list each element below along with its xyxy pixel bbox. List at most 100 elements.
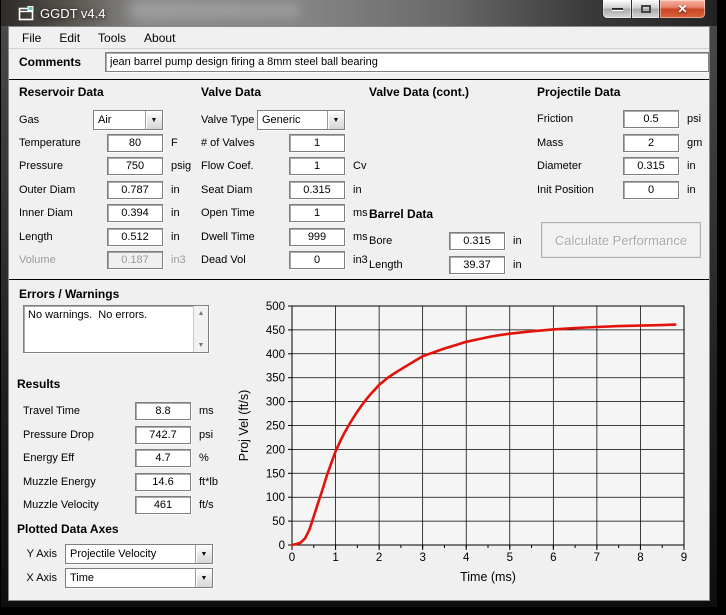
chevron-down-icon[interactable]: ▼ (327, 111, 344, 129)
volume-label: Volume (19, 254, 107, 266)
bore-field[interactable] (449, 232, 505, 250)
maximize-button[interactable] (632, 0, 660, 19)
init-position-row: Init Position in (537, 181, 710, 199)
svg-text:200: 200 (266, 444, 285, 456)
errors-scrollbar[interactable]: ▲ ▼ (193, 306, 208, 352)
chevron-down-icon[interactable]: ▼ (195, 569, 212, 587)
svg-text:0: 0 (289, 552, 295, 564)
dead-vol-field[interactable] (289, 251, 345, 269)
temperature-label: Temperature (19, 137, 107, 149)
temperature-field[interactable] (107, 134, 163, 152)
window-title: GGDT v4.4 (40, 6, 106, 21)
minimize-icon (612, 8, 623, 11)
energy-eff-row: Energy Eff % (17, 449, 229, 467)
dwell-time-field[interactable] (289, 228, 345, 246)
seat-diam-field[interactable] (289, 181, 345, 199)
x-axis-dropdown[interactable]: Time ▼ (65, 568, 213, 588)
pressure-drop-label: Pressure Drop (23, 429, 135, 441)
friction-label: Friction (537, 113, 623, 125)
pressure-unit: psig (171, 160, 195, 172)
outer-diam-label: Outer Diam (19, 184, 107, 196)
svg-text:500: 500 (266, 301, 285, 313)
results-header: Results (17, 377, 229, 391)
volume-field (107, 251, 163, 269)
gas-dropdown[interactable]: Air ▼ (93, 110, 163, 130)
chevron-down-icon[interactable]: ▼ (145, 111, 162, 129)
reservoir-length-field[interactable] (107, 228, 163, 246)
pressure-drop-unit: psi (199, 429, 229, 441)
velocity-chart: 0123456789050100150200250300350400450500… (235, 283, 705, 595)
dead-vol-row: Dead Vol in3 (201, 251, 373, 269)
scroll-down-icon[interactable]: ▼ (194, 338, 208, 352)
mass-label: Mass (537, 137, 623, 149)
svg-text:Proj Vel (ft/s): Proj Vel (ft/s) (237, 390, 251, 462)
pressure-drop-field[interactable] (135, 426, 191, 444)
divider-top (9, 79, 709, 80)
barrel-section: Barrel Data Bore in Length in (369, 207, 537, 279)
pressure-drop-row: Pressure Drop psi (17, 426, 229, 444)
client-area: File Edit Tools About Comments Reservoir… (8, 26, 710, 601)
temperature-row: Temperature F (19, 134, 195, 152)
menu-file[interactable]: File (13, 29, 50, 47)
outer-diam-row: Outer Diam in (19, 181, 195, 199)
inner-diam-unit: in (171, 207, 195, 219)
svg-text:300: 300 (266, 397, 285, 409)
muzzle-energy-field[interactable] (135, 473, 191, 491)
gas-label: Gas (19, 114, 93, 126)
calculate-performance-button[interactable]: Calculate Performance (541, 222, 701, 258)
energy-eff-field[interactable] (135, 449, 191, 467)
svg-text:100: 100 (266, 492, 285, 504)
friction-row: Friction psi (537, 110, 710, 128)
mass-unit: gm (687, 137, 710, 149)
init-position-field[interactable] (623, 181, 679, 199)
menu-tools[interactable]: Tools (89, 29, 135, 47)
muzzle-velocity-label: Muzzle Velocity (23, 499, 135, 511)
valve-cont-header: Valve Data (cont.) (369, 85, 529, 99)
energy-eff-unit: % (199, 452, 229, 464)
temperature-unit: F (171, 137, 195, 149)
y-axis-dropdown[interactable]: Projectile Velocity ▼ (65, 544, 213, 564)
pressure-field[interactable] (107, 157, 163, 175)
reservoir-header: Reservoir Data (19, 85, 195, 99)
svg-text:50: 50 (272, 516, 285, 528)
open-time-label: Open Time (201, 207, 289, 219)
friction-unit: psi (687, 113, 710, 125)
y-axis-label: Y Axis (17, 548, 57, 560)
outer-diam-field[interactable] (107, 181, 163, 199)
outer-diam-unit: in (171, 184, 195, 196)
muzzle-velocity-field[interactable] (135, 496, 191, 514)
reservoir-length-row: Length in (19, 228, 195, 246)
open-time-row: Open Time ms (201, 204, 373, 222)
valve-type-dropdown[interactable]: Generic ▼ (257, 110, 345, 130)
pressure-row: Pressure psig (19, 157, 195, 175)
flow-coef-row: Flow Coef. Cv (201, 157, 373, 175)
seat-diam-unit: in (353, 184, 373, 196)
svg-text:250: 250 (266, 421, 285, 433)
flow-coef-unit: Cv (353, 160, 373, 172)
close-button[interactable]: ✕ (660, 0, 706, 19)
title-bar[interactable]: GGDT v4.4 ✕ (1, 0, 717, 26)
barrel-length-field[interactable] (449, 256, 505, 274)
flow-coef-field[interactable] (289, 157, 345, 175)
reservoir-section: Reservoir Data Gas Air ▼ Temperature F P… (19, 85, 195, 275)
svg-text:5: 5 (507, 552, 513, 564)
num-valves-field[interactable] (289, 134, 345, 152)
errors-header: Errors / Warnings (19, 287, 119, 301)
comments-input[interactable] (105, 52, 709, 72)
scroll-up-icon[interactable]: ▲ (194, 306, 208, 320)
svg-text:350: 350 (266, 373, 285, 385)
mass-field[interactable] (623, 134, 679, 152)
muzzle-energy-unit: ft*lb (199, 476, 229, 488)
divider-middle (9, 279, 709, 280)
open-time-field[interactable] (289, 204, 345, 222)
diameter-field[interactable] (623, 157, 679, 175)
minimize-button[interactable] (602, 0, 632, 19)
projectile-section: Projectile Data Friction psi Mass gm Dia… (537, 85, 710, 258)
friction-field[interactable] (623, 110, 679, 128)
inner-diam-field[interactable] (107, 204, 163, 222)
menu-edit[interactable]: Edit (50, 29, 89, 47)
menu-about[interactable]: About (135, 29, 184, 47)
travel-time-field[interactable] (135, 402, 191, 420)
chevron-down-icon[interactable]: ▼ (195, 545, 212, 563)
mass-row: Mass gm (537, 134, 710, 152)
